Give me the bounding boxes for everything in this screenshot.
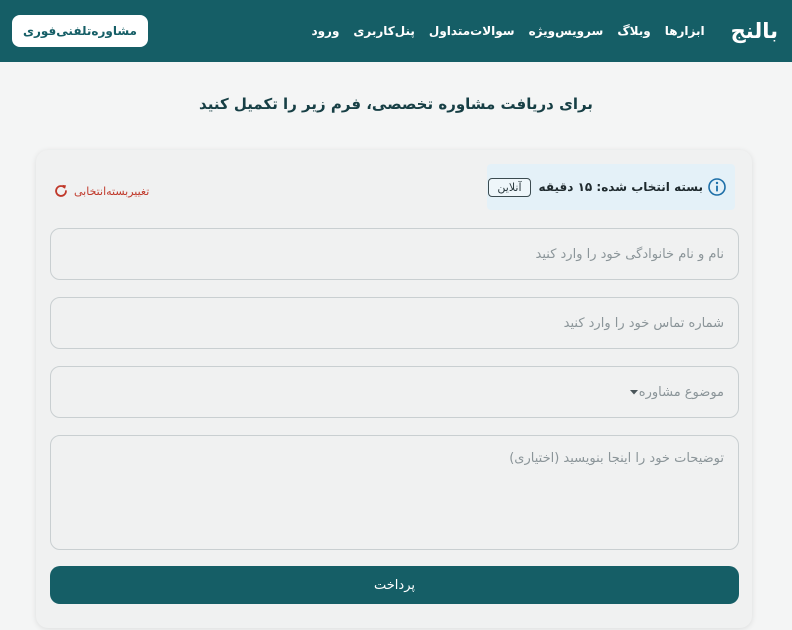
full-name-placeholder: نام و نام خانوادگی خود را وارد کنید (535, 246, 724, 262)
change-package-label: تغییربسته‌انتخابی (74, 184, 150, 198)
topic-placeholder: موضوع مشاوره (638, 384, 724, 400)
consultation-form-card: بسته انتخاب شده: ۱۵ دقیقه آنلاین تغییربس… (36, 150, 752, 628)
phone-placeholder: شماره تماس خود را وارد کنید (563, 315, 724, 331)
nav-link-special-service[interactable]: سرویس‌ویژه (529, 24, 604, 38)
caret-down-icon (629, 390, 638, 395)
refresh-icon (55, 184, 67, 197)
brand-logo[interactable]: بالنج (731, 19, 778, 43)
online-badge: آنلاین (488, 177, 531, 197)
nav-link-login[interactable]: ورود (311, 24, 339, 38)
nav-link-tools[interactable]: ابزارها (665, 24, 705, 38)
page-headline: برای دریافت مشاوره تخصصی، فرم زیر را تکم… (199, 95, 593, 113)
top-navbar: بالنج ابزارها وبلاگ سرویس‌ویژه سوالات‌مت… (0, 0, 792, 62)
description-placeholder: توضیحات خود را اینجا بنویسید (اختیاری) (509, 451, 724, 466)
nav-link-user-panel[interactable]: پنل‌کاربری (353, 24, 414, 38)
nav-link-blog[interactable]: وبلاگ (617, 24, 650, 38)
selected-package-box: بسته انتخاب شده: ۱۵ دقیقه آنلاین (487, 164, 735, 210)
full-name-input[interactable]: نام و نام خانوادگی خود را وارد کنید (50, 228, 739, 280)
phone-input[interactable]: شماره تماس خود را وارد کنید (50, 297, 739, 349)
pay-button[interactable]: پرداخت (50, 566, 739, 604)
consultation-topic-select[interactable]: موضوع مشاوره (50, 366, 739, 418)
nav-link-faq[interactable]: سوالات‌متداول (429, 24, 515, 38)
info-icon (708, 178, 726, 196)
description-textarea[interactable]: توضیحات خود را اینجا بنویسید (اختیاری) (50, 435, 739, 550)
nav-links: ابزارها وبلاگ سرویس‌ویژه سوالات‌متداول پ… (297, 24, 704, 38)
change-package-link[interactable]: تغییربسته‌انتخابی (52, 182, 149, 200)
selected-package-label: بسته انتخاب شده: ۱۵ دقیقه (538, 180, 703, 194)
instant-phone-consultation-button[interactable]: مشاوره‌تلفنی‌فوری (12, 15, 148, 47)
